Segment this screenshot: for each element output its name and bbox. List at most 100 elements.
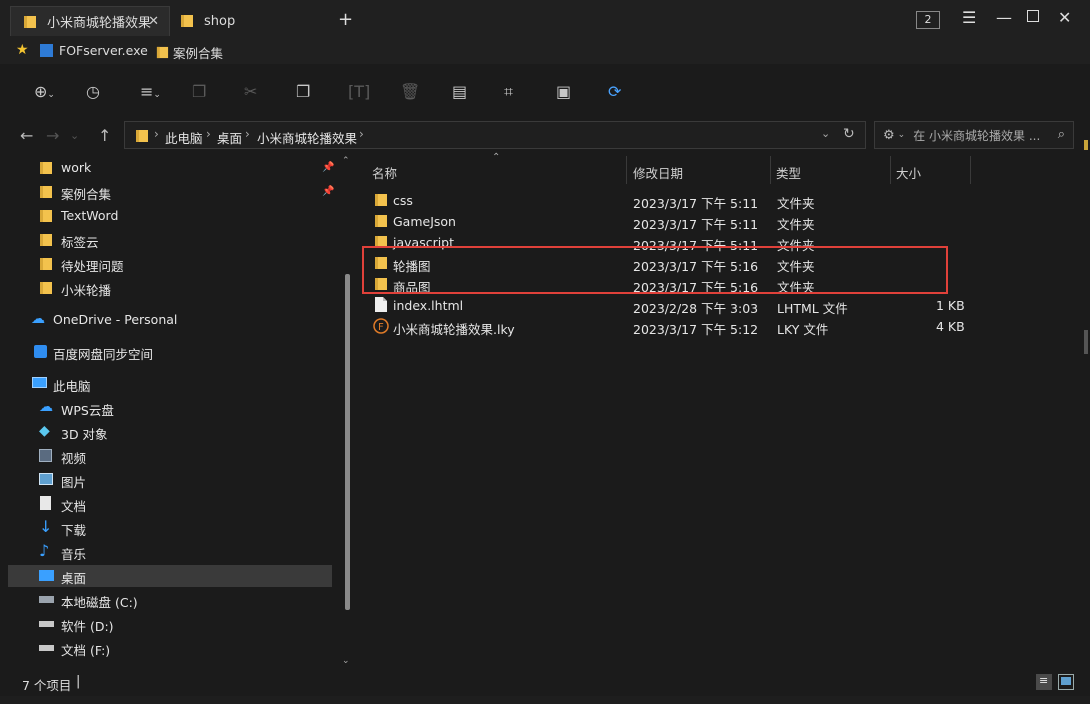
details-view-button[interactable]: ≡ [1036, 674, 1052, 690]
minimize-button[interactable]: — [996, 8, 1012, 27]
sidebar-item-tag-cloud[interactable]: 标签云 [8, 229, 332, 251]
file-row[interactable]: F 小米商城轮播效果.lky 2023/3/17 下午 5:12 LKY 文件 … [362, 316, 965, 337]
tab-shop[interactable]: shop [172, 6, 272, 36]
file-size: 4 KB [936, 319, 965, 334]
file-icon [375, 297, 387, 312]
sidebar-item-documents[interactable]: 文档 [8, 493, 332, 515]
sidebar-item-onedrive[interactable]: ☁ OneDrive - Personal [8, 309, 332, 331]
command-toolbar [8, 64, 1081, 116]
sidebar-item-drive-d[interactable]: 软件 (D:) [8, 613, 332, 635]
sidebar-item-label: 下载 [61, 523, 87, 538]
address-bar[interactable]: › 此电脑 › 桌面 › 小米商城轮播效果 › ⌄ ↻ [124, 121, 866, 149]
music-note-icon: ♪ [39, 541, 50, 560]
view-menu-icon[interactable]: ≡⌄ [140, 82, 161, 101]
breadcrumb-desktop[interactable]: 桌面 [217, 128, 242, 147]
menu-icon[interactable]: ☰ [962, 8, 976, 27]
cut-icon[interactable]: ✂ [244, 82, 257, 101]
copy-path-icon[interactable]: ❐ [192, 82, 206, 101]
folder-icon [40, 162, 52, 174]
forward-button[interactable]: → [46, 126, 59, 145]
bookmark-fofserver[interactable]: FOFserver.exe [40, 43, 148, 58]
file-row[interactable]: css 2023/3/17 下午 5:11 文件夹 [362, 190, 962, 211]
paste-icon[interactable]: [T] [348, 82, 370, 101]
file-row[interactable]: GameJson 2023/3/17 下午 5:11 文件夹 [362, 211, 962, 232]
address-dropdown-icon[interactable]: ⌄ [821, 127, 830, 140]
app-icon [40, 44, 53, 57]
refresh-sync-icon[interactable]: ⟳ [608, 82, 621, 101]
sidebar-item-label: 待处理问题 [61, 259, 124, 274]
sidebar-scroll-thumb[interactable] [345, 274, 350, 610]
sidebar-item-desktop[interactable]: 桌面 [8, 565, 332, 587]
open-icon[interactable]: ▤ [452, 82, 467, 101]
back-button[interactable]: ← [20, 126, 33, 145]
svg-text:F: F [378, 322, 384, 333]
sidebar-item-label: WPS云盘 [61, 403, 114, 418]
sidebar-item-cases[interactable]: 案例合集 📌 [8, 181, 334, 203]
file-name: GameJson [393, 214, 456, 229]
sidebar-item-drive-c[interactable]: 本地磁盘 (C:) [8, 589, 332, 611]
up-button[interactable]: ↑ [98, 126, 111, 145]
bookmark-cases[interactable]: 案例合集 [156, 43, 223, 62]
sidebar-item-3d-objects[interactable]: ◆ 3D 对象 [8, 421, 332, 443]
copy-icon[interactable]: ❐ [296, 82, 310, 101]
search-box[interactable]: ⚙ ⌄ 在 小米商城轮播效果 ... ⌕ [874, 121, 1074, 149]
drive-icon [39, 645, 54, 651]
tab-close-icon[interactable]: ✕ [148, 14, 159, 29]
new-item-icon[interactable]: ⊕⌄ [34, 82, 55, 101]
search-icon[interactable]: ⌕ [1058, 127, 1065, 142]
breadcrumb-current[interactable]: 小米商城轮播效果 [257, 128, 357, 147]
sort-ascending-icon: ⌃ [492, 152, 501, 163]
sidebar-item-downloads[interactable]: ↓ 下载 [8, 517, 332, 539]
column-header-type[interactable]: 类型 [776, 163, 801, 182]
sidebar-item-pending[interactable]: 待处理问题 [8, 253, 332, 275]
thumbnail-view-button[interactable] [1058, 674, 1074, 690]
refresh-icon[interactable]: ↻ [843, 126, 855, 142]
file-type: 文件夹 [777, 196, 815, 211]
chevron-right-icon: › [154, 127, 159, 141]
column-header-name[interactable]: 名称 [372, 163, 397, 182]
properties-icon[interactable]: ▣ [556, 82, 571, 101]
sidebar-item-label: TextWord [61, 208, 119, 223]
close-button[interactable]: ✕ [1058, 8, 1071, 27]
sidebar-item-textword[interactable]: TextWord [8, 205, 332, 227]
sidebar-item-this-pc[interactable]: 此电脑 [8, 373, 332, 395]
sidebar-item-wps-cloud[interactable]: ☁ WPS云盘 [8, 397, 332, 419]
sidebar-item-baidu[interactable]: 百度网盘同步空间 [8, 341, 332, 363]
file-type: LKY 文件 [777, 322, 829, 337]
title-bar: 小米商城轮播效果 ✕ shop + 2 ☰ — ✕ [0, 0, 1090, 40]
chevron-down-icon[interactable]: ⌄ [898, 130, 906, 140]
recent-dropdown-icon[interactable]: ⌄ [70, 129, 79, 142]
navigation-pane: work 📌 案例合集 📌 TextWord 标签云 待处理问题 小米轮播 ☁ … [8, 156, 352, 670]
file-row[interactable]: index.lhtml 2023/2/28 下午 3:03 LHTML 文件 1… [362, 295, 965, 316]
crop-icon[interactable]: ⌗ [504, 82, 513, 102]
pin-icon[interactable]: 📌 [322, 186, 334, 197]
pin-icon[interactable]: 📌 [322, 162, 334, 173]
folder-icon [40, 258, 52, 270]
maximize-button[interactable] [1027, 10, 1039, 22]
sidebar-item-xiaomi-carousel[interactable]: 小米轮播 [8, 277, 332, 299]
sidebar-item-videos[interactable]: 视频 [8, 445, 332, 467]
tab-xiaomi-carousel[interactable]: 小米商城轮播效果 ✕ [10, 6, 170, 36]
sidebar-item-work[interactable]: work 📌 [8, 157, 334, 179]
column-header-date[interactable]: 修改日期 [633, 163, 683, 182]
settings-gear-icon[interactable]: ⚙ [883, 128, 895, 143]
lky-file-icon: F [373, 318, 389, 334]
new-tab-button[interactable]: + [338, 9, 353, 30]
sidebar-item-drive-f[interactable]: 文档 (F:) [8, 637, 332, 659]
breadcrumb-this-pc[interactable]: 此电脑 [165, 128, 203, 147]
star-icon[interactable]: ★ [16, 42, 29, 58]
file-date: 2023/3/17 下午 5:12 [633, 322, 759, 337]
sidebar-item-music[interactable]: ♪ 音乐 [8, 541, 332, 563]
scroll-up-icon[interactable]: ⌃ [342, 156, 350, 166]
history-icon[interactable]: ◷ [86, 82, 100, 101]
column-header-size[interactable]: 大小 [896, 163, 921, 182]
folder-icon [40, 234, 52, 246]
folder-icon [181, 15, 193, 27]
cube-icon: ◆ [39, 423, 50, 439]
edge-scrollbar[interactable] [1084, 330, 1088, 354]
window-count-badge[interactable]: 2 [916, 11, 940, 29]
scroll-down-icon[interactable]: ⌄ [342, 656, 350, 666]
desktop-icon [39, 570, 54, 581]
sidebar-item-pictures[interactable]: 图片 [8, 469, 332, 491]
delete-icon[interactable]: 🗑 [400, 82, 420, 101]
